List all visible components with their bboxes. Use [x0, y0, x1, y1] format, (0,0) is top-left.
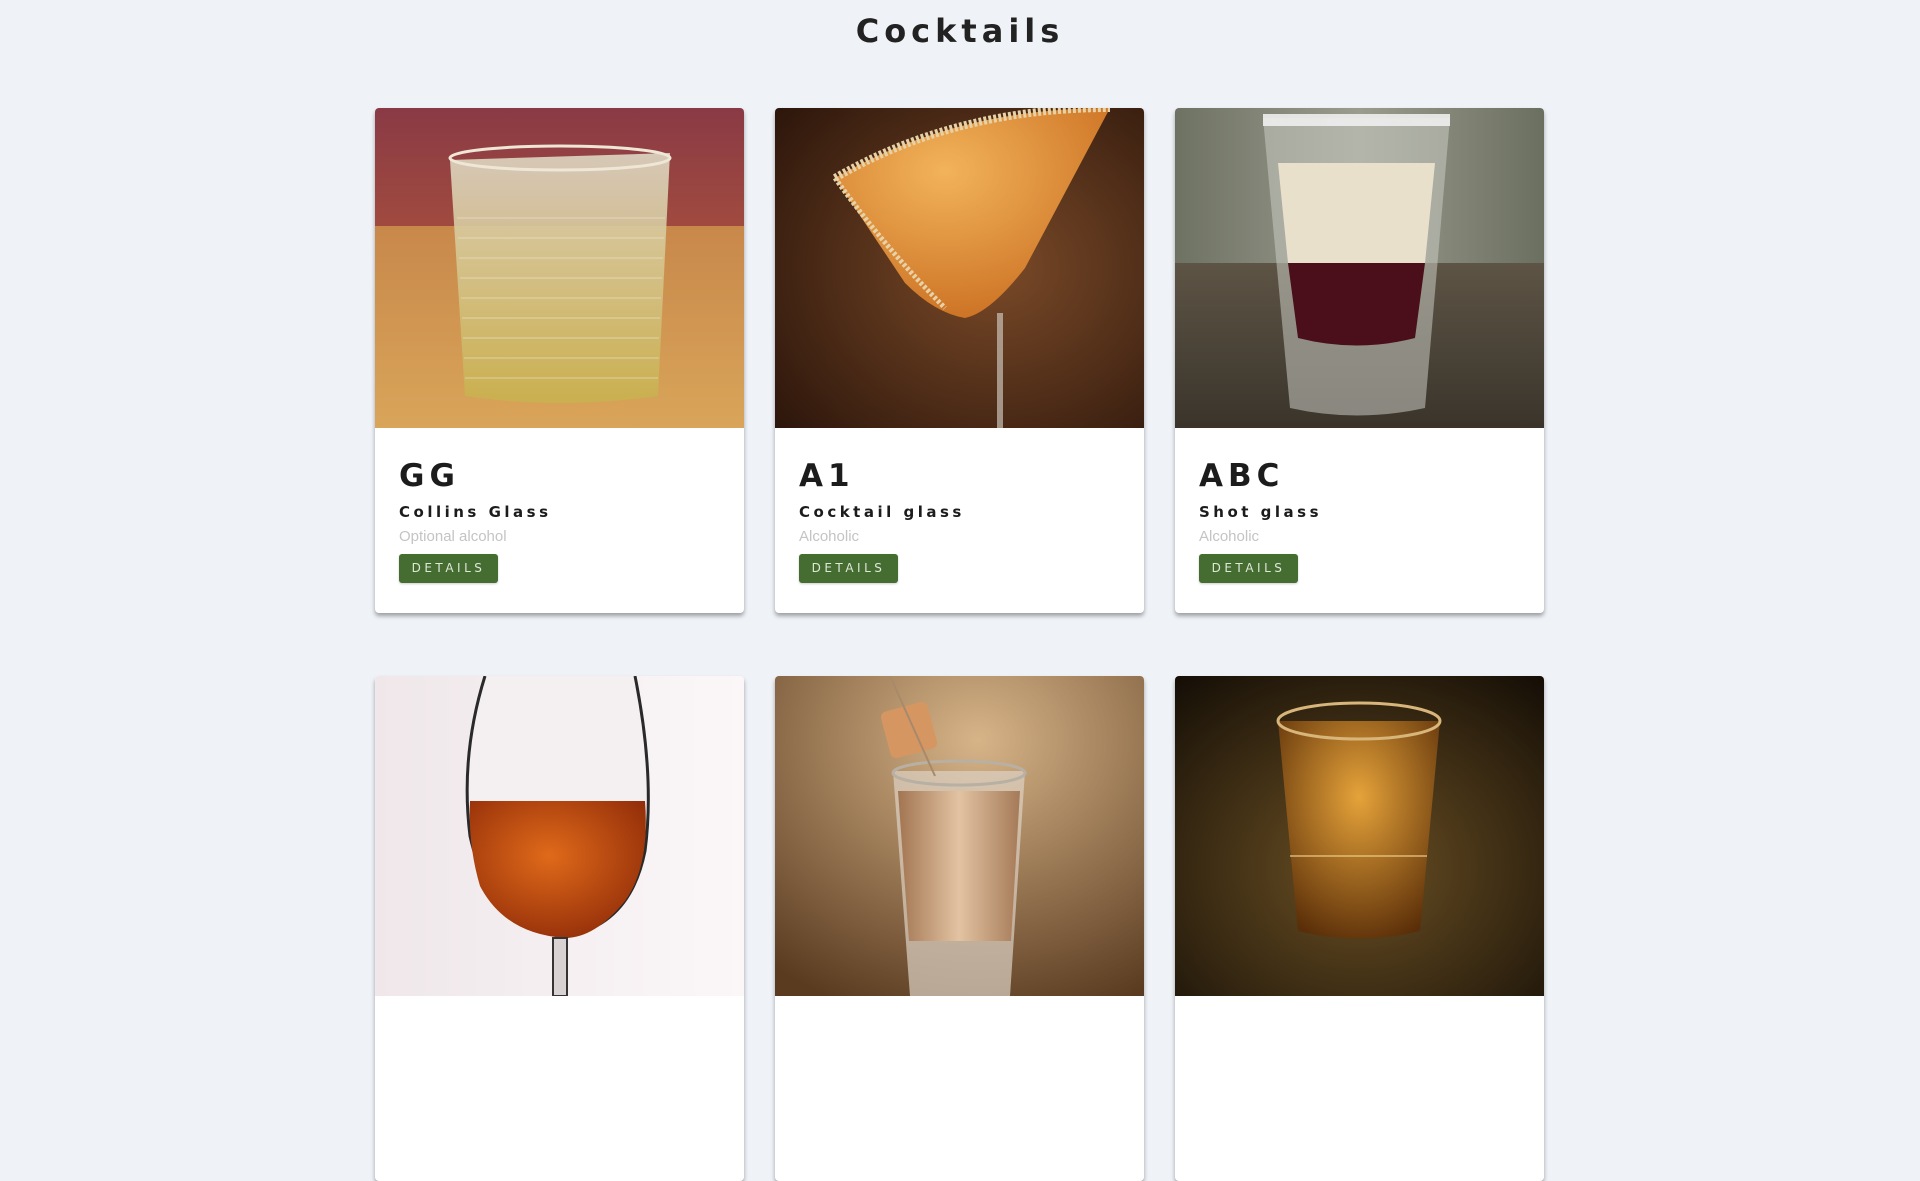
page-title: Cocktails	[855, 12, 1065, 50]
cocktail-card: GG Collins Glass Optional alcohol DETAIL…	[375, 108, 744, 613]
cocktail-name: GG	[399, 458, 460, 494]
cocktail-image[interactable]	[375, 676, 744, 996]
cocktail-card	[1175, 676, 1544, 1181]
cocktail-grid: GG Collins Glass Optional alcohol DETAIL…	[375, 108, 1544, 1181]
cocktail-image[interactable]	[1175, 108, 1544, 428]
cocktail-card: A1 Cocktail glass Alcoholic DETAILS	[775, 108, 1144, 613]
glass-type: Shot glass	[1199, 503, 1323, 521]
cocktail-image[interactable]	[375, 108, 744, 428]
details-button[interactable]: DETAILS	[799, 554, 898, 583]
cocktail-image[interactable]	[775, 676, 1144, 996]
alcohol-type: Alcoholic	[1199, 528, 1260, 545]
cocktail-image[interactable]	[775, 108, 1144, 428]
cocktail-image[interactable]	[1175, 676, 1544, 996]
cocktail-card: ABC Shot glass Alcoholic DETAILS	[1175, 108, 1544, 613]
alcohol-type: Alcoholic	[799, 528, 860, 545]
details-button[interactable]: DETAILS	[1199, 554, 1298, 583]
cocktail-card	[375, 676, 744, 1181]
glass-type: Cocktail glass	[799, 503, 965, 521]
cocktail-name: ABC	[1199, 458, 1285, 494]
details-button[interactable]: DETAILS	[399, 554, 498, 583]
cocktail-name: A1	[799, 458, 855, 494]
alcohol-type: Optional alcohol	[399, 528, 507, 545]
glass-type: Collins Glass	[399, 503, 552, 521]
cocktail-card	[775, 676, 1144, 1181]
